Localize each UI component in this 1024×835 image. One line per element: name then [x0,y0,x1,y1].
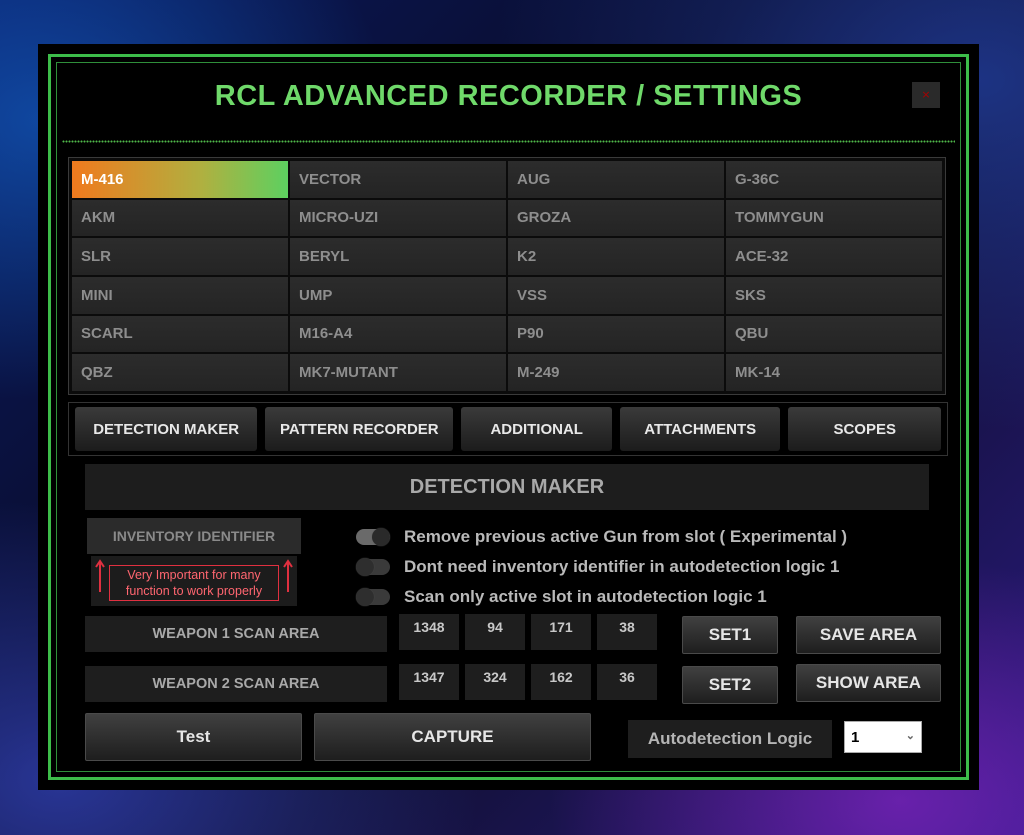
gun-grid: M-416 VECTOR AUG G-36C AKM MICRO-UZI GROZA TOMM… [68,157,946,395]
gun-item-scarl[interactable]: SCARL [72,315,288,353]
gun-item-g-36c[interactable]: G-36C [726,161,942,198]
arrow-up-icon [283,559,293,592]
tab-bar: DETECTION MAKER PATTERN RECORDER ADDITIO… [68,402,948,456]
gun-item-qbu[interactable]: QBU [726,315,942,353]
title-divider [62,140,955,143]
gun-item-mk7-mutant[interactable]: MK7-MUTANT [290,354,506,391]
option-label: Scan only active slot in autodetection l… [404,587,767,606]
weapon1-height-field[interactable]: 38 [597,614,657,650]
gun-item-akm[interactable]: AKM [72,199,288,237]
tab-pattern-recorder[interactable]: PATTERN RECORDER [265,407,454,451]
gun-item-micro-uzi[interactable]: MICRO-UZI [290,199,506,237]
weapon1-x-field[interactable]: 1348 [399,614,459,650]
weapon2-width-field[interactable]: 162 [531,664,591,700]
toggle-switch[interactable] [356,528,390,546]
warning-text: Very Important for many function to work… [109,565,279,601]
save-area-button[interactable]: SAVE AREA [796,616,941,654]
set1-button[interactable]: SET1 [682,616,778,654]
gun-item-sks[interactable]: SKS [726,277,942,314]
window-title: RCL ADVANCED RECORDER / SETTINGS [214,80,803,112]
close-button[interactable]: × [912,82,940,108]
gun-item-mk-14[interactable]: MK-14 [726,354,942,391]
warning-box: Very Important for many function to work… [91,556,297,606]
tab-detection-maker[interactable]: DETECTION MAKER [75,407,258,451]
autodetection-logic-select[interactable]: 1 ⌄ [844,721,922,753]
autodetection-logic-label: Autodetection Logic [628,720,832,758]
option-remove-previous[interactable]: Remove previous active Gun from slot ( E… [356,526,847,548]
toggle-switch[interactable] [356,588,390,606]
weapon2-scan-area-label: WEAPON 2 SCAN AREA [85,666,387,702]
chevron-down-icon: ⌄ [905,730,915,742]
gun-item-m16-a4[interactable]: M16-A4 [290,315,506,353]
gun-item-tommygun[interactable]: TOMMYGUN [726,199,942,237]
gun-item-m-416[interactable]: M-416 [72,161,288,198]
tab-attachments[interactable]: ATTACHMENTS [620,407,781,451]
gun-item-k2[interactable]: K2 [508,238,724,275]
section-title: DETECTION MAKER [85,464,929,510]
option-label: Remove previous active Gun from slot ( E… [404,527,848,546]
toggle-switch[interactable] [356,558,390,576]
gun-item-aug[interactable]: AUG [508,161,724,198]
gun-item-ump[interactable]: UMP [290,277,506,314]
gun-item-slr[interactable]: SLR [72,238,288,275]
test-button[interactable]: Test [85,713,302,761]
option-label: Dont need inventory identifier in autode… [404,557,840,576]
arrow-up-icon [95,559,105,592]
close-icon: × [921,88,931,101]
gun-item-qbz[interactable]: QBZ [72,354,288,391]
gun-item-groza[interactable]: GROZA [508,199,724,237]
gun-item-m-249[interactable]: M-249 [508,354,724,391]
gun-item-ace-32[interactable]: ACE-32 [726,238,942,275]
gun-item-mini[interactable]: MINI [72,277,288,314]
gun-item-vss[interactable]: VSS [508,277,724,314]
gun-item-beryl[interactable]: BERYL [290,238,506,275]
app-window: RCL ADVANCED RECORDER / SETTINGS × M-416… [38,44,979,790]
tab-additional[interactable]: ADDITIONAL [461,407,612,451]
weapon1-width-field[interactable]: 171 [531,614,591,650]
weapon1-scan-area-label: WEAPON 1 SCAN AREA [85,616,387,652]
set2-button[interactable]: SET2 [682,666,778,704]
option-scan-active-slot[interactable]: Scan only active slot in autodetection l… [356,586,767,608]
capture-button[interactable]: CAPTURE [314,713,591,761]
weapon1-y-field[interactable]: 94 [465,614,525,650]
weapon2-x-field[interactable]: 1347 [399,664,459,700]
weapon2-y-field[interactable]: 324 [465,664,525,700]
show-area-button[interactable]: SHOW AREA [796,664,941,702]
tab-scopes[interactable]: SCOPES [788,407,941,451]
option-no-inventory-identifier[interactable]: Dont need inventory identifier in autode… [356,556,839,578]
gun-item-p90[interactable]: P90 [508,315,724,353]
inventory-identifier-button[interactable]: INVENTORY IDENTIFIER [87,518,301,554]
weapon2-height-field[interactable]: 36 [597,664,657,700]
gun-item-vector[interactable]: VECTOR [290,161,506,198]
